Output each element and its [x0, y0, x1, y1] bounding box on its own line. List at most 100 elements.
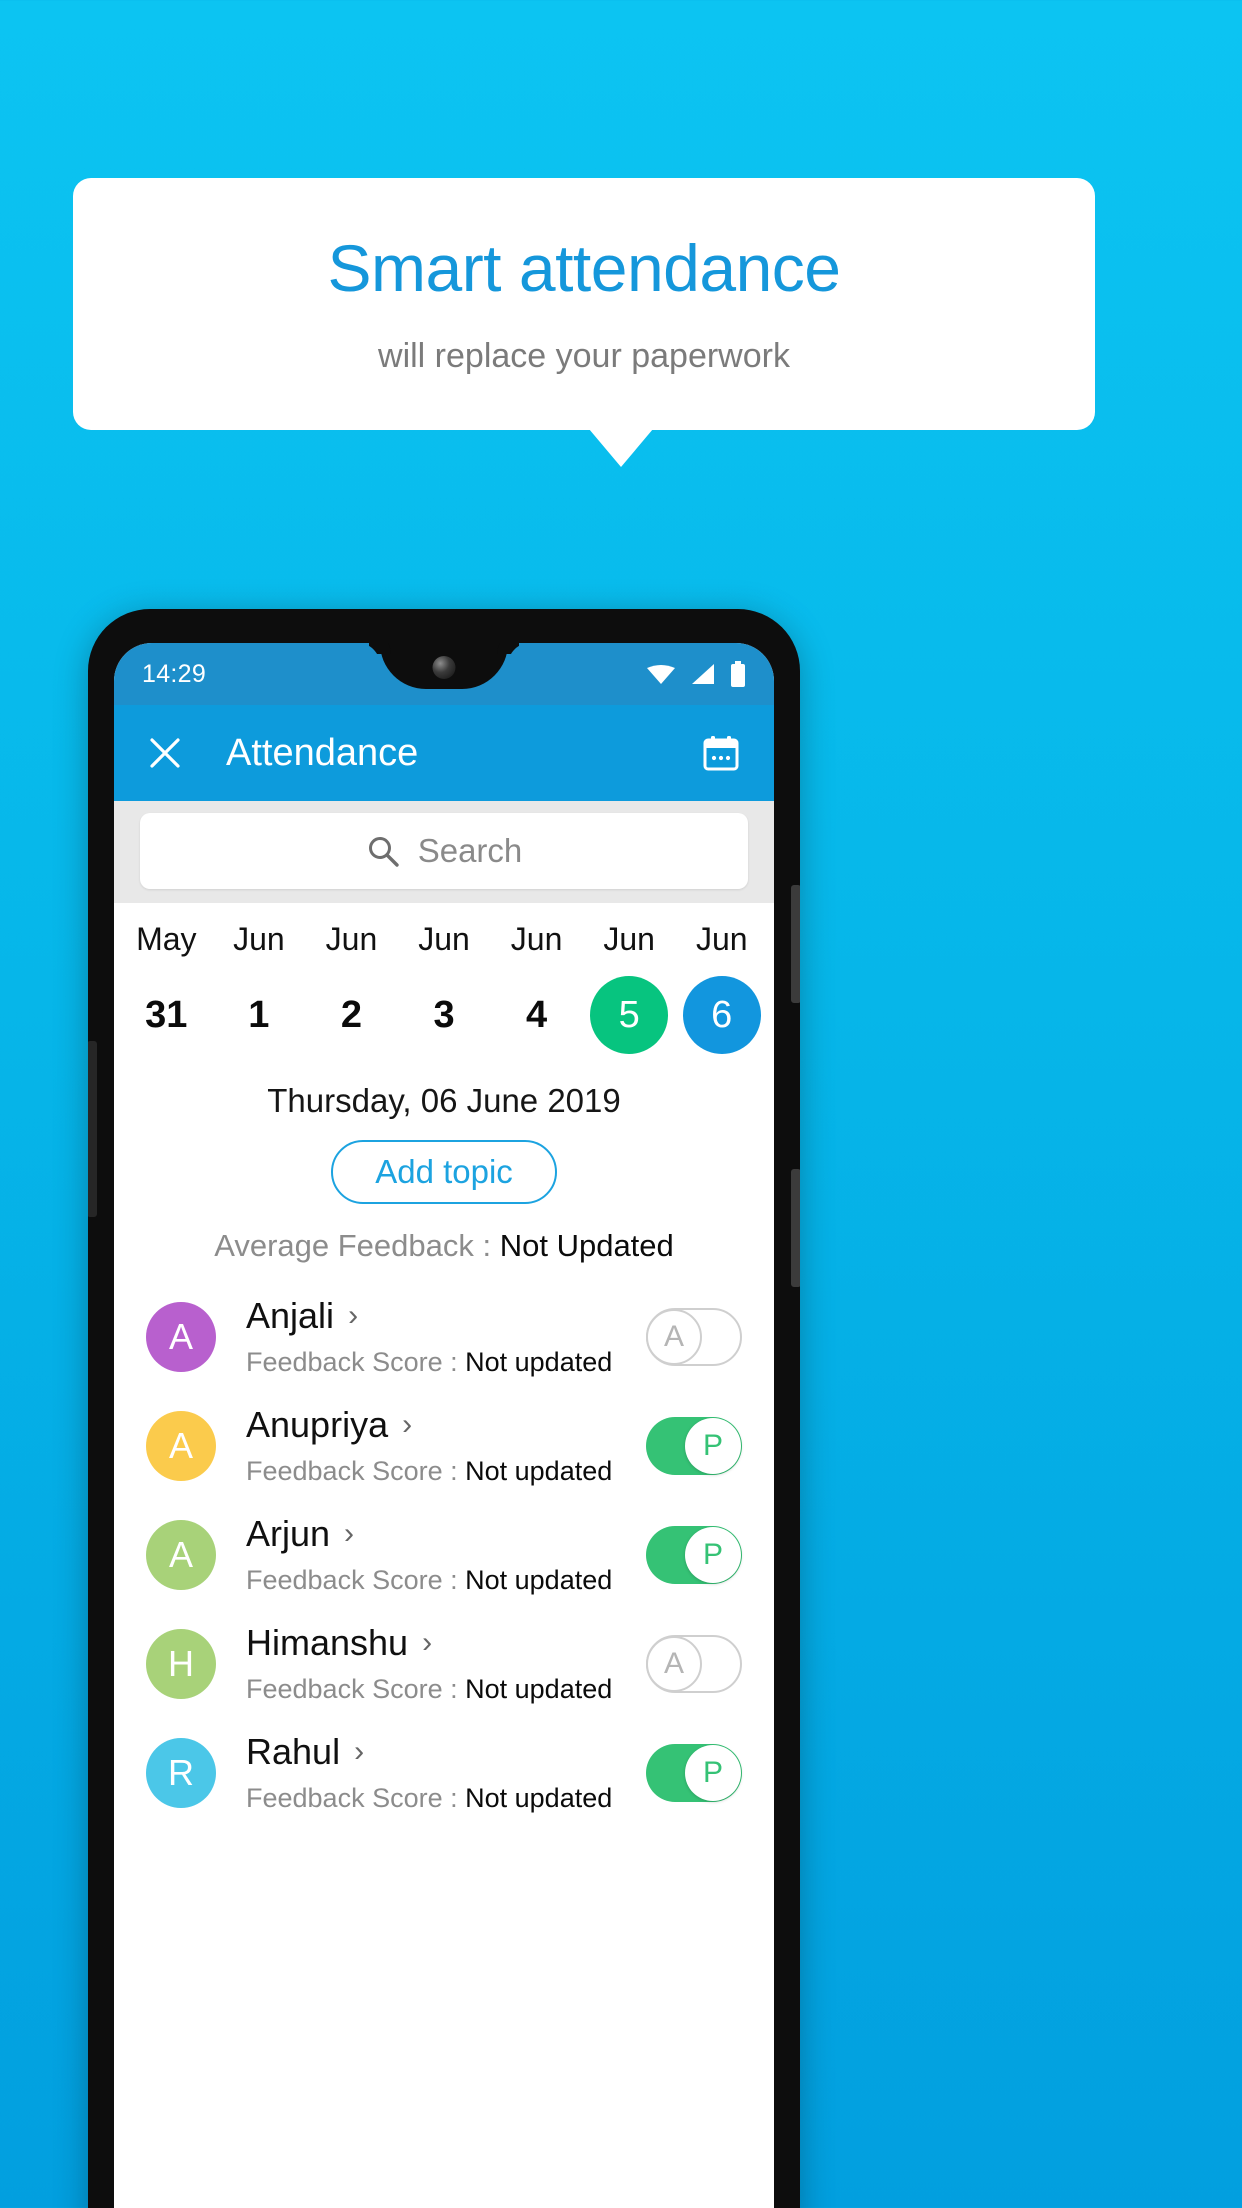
app-bar-title: Attendance	[226, 731, 419, 774]
status-bar-clock: 14:29	[142, 659, 207, 688]
date-cell[interactable]: May 31	[120, 921, 213, 1054]
attendance-toggle-knob: A	[646, 1308, 702, 1365]
phone-screen: 14:29 Attendance Search May 31 Jun 1 Jun…	[114, 643, 774, 2208]
student-name-row[interactable]: Anupriya ›	[246, 1404, 646, 1446]
date-cell[interactable]: Jun 5	[583, 921, 676, 1054]
student-info: Anjali › Feedback Score : Not updated	[246, 1295, 646, 1378]
date-cell[interactable]: Jun 6	[675, 921, 768, 1054]
date-month-label: Jun	[695, 921, 748, 957]
average-feedback-label: Average Feedback :	[214, 1228, 500, 1263]
attendance-toggle[interactable]: A	[646, 1634, 742, 1693]
date-month-label: Jun	[603, 921, 655, 957]
student-name: Arjun	[246, 1513, 331, 1554]
attendance-toggle[interactable]: P	[646, 1743, 742, 1802]
calendar-icon[interactable]	[698, 730, 744, 776]
attendance-toggle-knob: P	[685, 1744, 741, 1801]
feedback-score: Feedback Score : Not updated	[246, 1456, 646, 1487]
student-name-row[interactable]: Arjun ›	[246, 1513, 646, 1555]
chevron-right-icon: ›	[354, 1735, 365, 1768]
date-cell[interactable]: Jun 3	[398, 921, 491, 1054]
add-topic-button[interactable]: Add topic	[331, 1140, 557, 1204]
avatar: H	[146, 1628, 216, 1699]
date-day-number[interactable]: 6	[682, 976, 761, 1054]
add-topic-container: Add topic	[114, 1140, 774, 1204]
search-icon	[368, 837, 399, 867]
date-cell[interactable]: Jun 2	[305, 921, 398, 1054]
feedback-score: Feedback Score : Not updated	[246, 1674, 646, 1705]
student-name: Anupriya	[246, 1404, 389, 1445]
date-month-label: Jun	[233, 921, 285, 957]
date-cell[interactable]: Jun 1	[213, 921, 306, 1054]
attendance-toggle[interactable]: P	[646, 1525, 742, 1584]
promo-subtitle: will replace your paperwork	[378, 336, 790, 375]
close-icon[interactable]	[144, 732, 186, 774]
feedback-score-label: Feedback Score :	[246, 1347, 466, 1377]
date-month-label: Jun	[325, 921, 378, 957]
date-day-number[interactable]: 3	[405, 976, 483, 1054]
student-name-row[interactable]: Anjali ›	[246, 1295, 646, 1337]
feedback-score-value: Not updated	[465, 1565, 613, 1595]
average-feedback-value: Not Updated	[499, 1228, 674, 1263]
date-day-number[interactable]: 5	[590, 976, 669, 1054]
avatar: R	[146, 1737, 216, 1808]
signal-icon	[692, 664, 714, 684]
chevron-right-icon: ›	[402, 1408, 413, 1441]
avatar: A	[146, 1519, 216, 1590]
student-info: Rahul › Feedback Score : Not updated	[246, 1731, 646, 1814]
phone-power-button	[791, 1169, 800, 1287]
feedback-score: Feedback Score : Not updated	[246, 1565, 646, 1596]
wifi-icon	[647, 665, 675, 684]
date-cell[interactable]: Jun 4	[490, 921, 583, 1054]
student-row[interactable]: A Anjali › Feedback Score : Not updated A	[114, 1282, 774, 1391]
date-day-number[interactable]: 4	[498, 976, 576, 1054]
feedback-score-label: Feedback Score :	[246, 1456, 466, 1486]
feedback-score-value: Not updated	[465, 1674, 613, 1704]
feedback-score-value: Not updated	[465, 1456, 613, 1486]
date-day-number[interactable]: 31	[127, 976, 205, 1054]
date-strip: May 31 Jun 1 Jun 2 Jun 3 Jun 4 Jun 5 Jun 6	[114, 903, 774, 1060]
attendance-toggle[interactable]: P	[646, 1416, 742, 1475]
search-input[interactable]: Search	[140, 813, 748, 889]
feedback-score-label: Feedback Score :	[246, 1674, 466, 1704]
attendance-toggle-knob: P	[685, 1417, 741, 1474]
status-bar: 14:29	[114, 643, 774, 705]
feedback-score-value: Not updated	[465, 1783, 613, 1813]
promo-callout-tail	[589, 429, 653, 467]
avatar: A	[146, 1410, 216, 1481]
attendance-toggle-knob: P	[685, 1526, 741, 1583]
chevron-right-icon: ›	[348, 1299, 359, 1332]
student-list: A Anjali › Feedback Score : Not updated A A An…	[114, 1282, 774, 1827]
student-name-row[interactable]: Rahul ›	[246, 1731, 646, 1773]
battery-icon	[731, 661, 745, 687]
chevron-right-icon: ›	[422, 1626, 433, 1659]
promo-title: Smart attendance	[327, 231, 841, 306]
student-row[interactable]: R Rahul › Feedback Score : Not updated P	[114, 1718, 774, 1827]
attendance-toggle[interactable]: A	[646, 1307, 742, 1366]
search-bar-container: Search	[114, 801, 774, 903]
phone-mockup: 14:29 Attendance Search May 31 Jun 1 Jun…	[88, 609, 800, 2208]
student-name: Rahul	[246, 1731, 341, 1772]
feedback-score-label: Feedback Score :	[246, 1565, 466, 1595]
date-day-number[interactable]: 2	[312, 976, 390, 1054]
feedback-score: Feedback Score : Not updated	[246, 1783, 646, 1814]
date-month-label: Jun	[418, 921, 470, 957]
phone-volume-button	[791, 885, 800, 1003]
student-row[interactable]: A Arjun › Feedback Score : Not updated P	[114, 1500, 774, 1609]
feedback-score: Feedback Score : Not updated	[246, 1347, 646, 1378]
date-day-number[interactable]: 1	[220, 976, 298, 1054]
feedback-score-label: Feedback Score :	[246, 1783, 466, 1813]
student-info: Anupriya › Feedback Score : Not updated	[246, 1404, 646, 1487]
average-feedback: Average Feedback : Not Updated	[114, 1228, 774, 1264]
avatar: A	[146, 1301, 216, 1372]
search-placeholder: Search	[417, 832, 523, 869]
front-camera-icon	[432, 656, 456, 679]
date-month-label: May	[136, 921, 197, 957]
attendance-toggle-knob: A	[646, 1635, 702, 1692]
promo-callout-card: Smart attendance will replace your paper…	[73, 178, 1095, 430]
student-name: Himanshu	[246, 1622, 409, 1663]
date-month-label: Jun	[510, 921, 563, 957]
student-row[interactable]: H Himanshu › Feedback Score : Not updated A	[114, 1609, 774, 1718]
app-bar: Attendance	[114, 705, 774, 801]
student-name-row[interactable]: Himanshu ›	[246, 1622, 646, 1664]
student-row[interactable]: A Anupriya › Feedback Score : Not updated P	[114, 1391, 774, 1500]
